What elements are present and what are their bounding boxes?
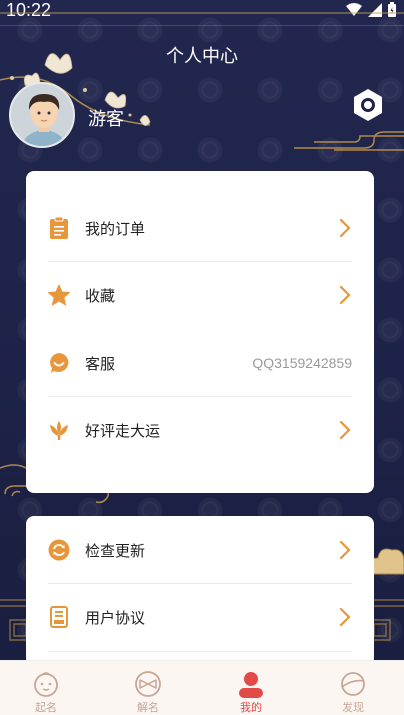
- menu-item-label: 收藏: [85, 286, 116, 305]
- qq-number: QQ3159242859: [252, 355, 352, 371]
- settings-icon[interactable]: [351, 88, 385, 122]
- menu-item-customer-service[interactable]: 客服 QQ3159242859: [48, 330, 352, 396]
- username[interactable]: 游客: [88, 105, 124, 131]
- tab-name-analysis[interactable]: 解名: [118, 661, 178, 715]
- tab-label: 起名: [35, 701, 57, 714]
- page-title: 个人中心: [166, 46, 238, 67]
- person-icon: [239, 672, 263, 698]
- main-menu-card: 我的订单 收藏 客服 QQ3159242859 好评走大运: [26, 171, 374, 493]
- star-icon: [48, 284, 70, 306]
- refresh-icon: [48, 539, 70, 561]
- menu-item-rate-us[interactable]: 好评走大运: [48, 397, 352, 463]
- bowtie-icon: [135, 671, 161, 697]
- tab-naming[interactable]: 起名: [16, 661, 76, 715]
- document-icon: [50, 606, 68, 628]
- chevron-right-icon: [339, 540, 351, 560]
- chevron-right-icon: [339, 218, 351, 238]
- chat-icon: [50, 353, 69, 373]
- chevron-right-icon: [339, 285, 351, 305]
- menu-item-user-agreement[interactable]: 用户协议: [48, 584, 352, 650]
- menu-item-favorites[interactable]: 收藏: [48, 262, 352, 328]
- clipboard-icon: [50, 217, 68, 239]
- menu-item-check-update[interactable]: 检查更新: [48, 517, 352, 583]
- tab-label: 解名: [137, 701, 159, 714]
- tab-discover[interactable]: 发现: [323, 661, 383, 715]
- tab-label: 我的: [240, 701, 262, 714]
- lotus-icon: [50, 421, 68, 440]
- menu-item-label: 我的订单: [85, 219, 146, 238]
- cloud-decoration: [294, 131, 404, 151]
- menu-item-label: 检查更新: [85, 541, 146, 560]
- menu-item-orders[interactable]: 我的订单: [48, 195, 352, 261]
- menu-item-label: 用户协议: [85, 608, 146, 627]
- decorative-border: [0, 12, 404, 26]
- avatar[interactable]: [9, 82, 75, 148]
- menu-item-label: 客服: [85, 354, 116, 373]
- divider: [48, 651, 352, 652]
- tab-mine[interactable]: 我的: [221, 661, 281, 715]
- chevron-right-icon: [339, 607, 351, 627]
- baby-face-icon: [34, 672, 58, 697]
- chevron-right-icon: [339, 420, 351, 440]
- menu-item-label: 好评走大运: [85, 421, 161, 440]
- tab-label: 发现: [342, 701, 364, 714]
- bottom-tab-bar: 起名 解名 我的 发现: [0, 660, 404, 715]
- secondary-menu-card: 检查更新 用户协议: [26, 516, 374, 666]
- planet-icon: [341, 672, 365, 696]
